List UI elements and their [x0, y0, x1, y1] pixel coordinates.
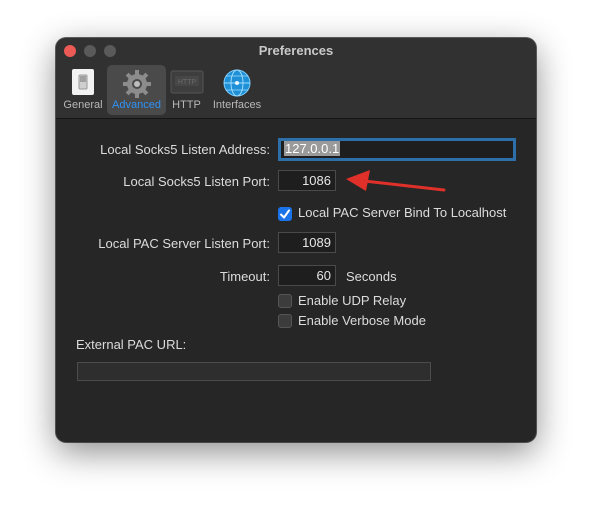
external-pac-label: External PAC URL:	[76, 337, 187, 352]
socks-address-label: Local Socks5 Listen Address:	[100, 142, 270, 157]
tab-http-label: HTTP	[172, 99, 201, 111]
red-arrow-annotation	[346, 170, 446, 192]
checkmark-icon	[280, 209, 290, 219]
verbose-mode-label: Enable Verbose Mode	[298, 313, 426, 328]
tab-advanced[interactable]: Advanced	[107, 65, 166, 115]
tab-interfaces[interactable]: Interfaces	[208, 65, 266, 115]
udp-relay-label: Enable UDP Relay	[298, 293, 407, 308]
timeout-input[interactable]: 60	[278, 265, 336, 286]
timeout-unit: Seconds	[346, 269, 397, 284]
pac-bind-checkbox[interactable]	[278, 207, 292, 221]
tab-general[interactable]: General	[60, 65, 106, 115]
http-icon: HTTP	[170, 68, 204, 101]
tab-general-label: General	[63, 99, 103, 111]
tab-interfaces-label: Interfaces	[212, 99, 262, 111]
socks-port-input[interactable]: 1086	[278, 170, 336, 191]
socks-address-value: 127.0.0.1	[284, 141, 341, 156]
tab-advanced-label: Advanced	[112, 99, 161, 111]
window-title: Preferences	[258, 43, 334, 58]
verbose-mode-checkbox[interactable]	[278, 314, 292, 328]
preferences-window: Preferences General Advanced HTTP HTTP I…	[56, 38, 536, 442]
svg-text:HTTP: HTTP	[177, 79, 196, 86]
switch-icon	[69, 68, 97, 101]
pac-bind-label: Local PAC Server Bind To Localhost	[298, 205, 507, 220]
globe-icon	[222, 68, 252, 103]
pac-port-label: Local PAC Server Listen Port:	[98, 236, 270, 251]
advanced-settings-panel: Local Socks5 Listen Address: 127.0.0.1 L…	[56, 119, 536, 442]
title-bar: Preferences General Advanced HTTP HTTP I…	[56, 38, 536, 119]
tab-http[interactable]: HTTP HTTP	[167, 65, 206, 115]
socks-port-label: Local Socks5 Listen Port:	[123, 174, 270, 189]
pac-port-input[interactable]: 1089	[278, 232, 336, 253]
udp-relay-checkbox[interactable]	[278, 294, 292, 308]
socks-address-input[interactable]: 127.0.0.1	[278, 138, 516, 161]
timeout-label: Timeout:	[219, 269, 270, 284]
external-pac-input[interactable]	[77, 362, 431, 381]
